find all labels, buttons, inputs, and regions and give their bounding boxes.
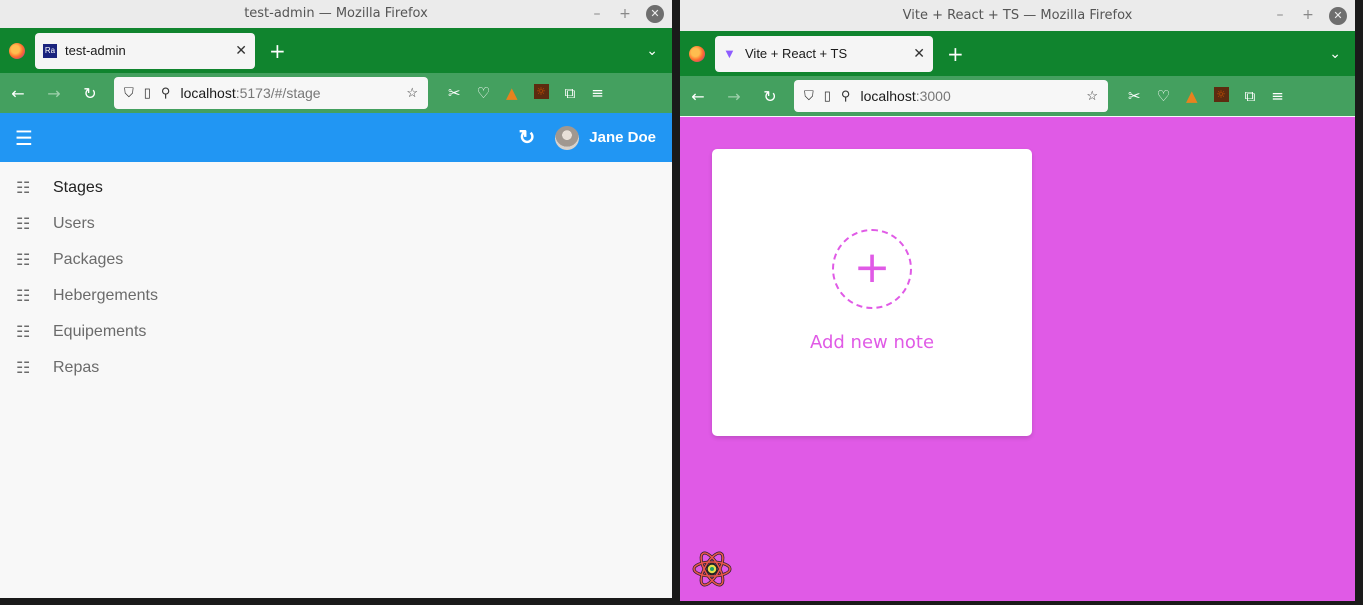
sidebar-menu: ☷ Stages ☷ Users ☷ Packages ☷ Hebergemen… bbox=[0, 162, 672, 386]
right-tab[interactable]: ▼ Vite + React + TS ✕ bbox=[715, 35, 933, 72]
forward-icon[interactable]: → bbox=[36, 84, 72, 103]
left-extensions: ✂ ♡ ▲ ☼ ⧉ ≡ bbox=[448, 84, 604, 102]
right-titlebar: Vite + React + TS — Mozilla Firefox – + … bbox=[680, 0, 1355, 31]
close-icon[interactable]: ✕ bbox=[646, 5, 664, 23]
metamask-icon[interactable]: ▲ bbox=[1186, 87, 1198, 105]
list-icon: ☷ bbox=[16, 216, 31, 233]
left-firefox-window: test-admin — Mozilla Firefox – + ✕ Ra te… bbox=[0, 0, 672, 598]
pocket-icon[interactable]: ♡ bbox=[477, 84, 490, 102]
app-menu-icon[interactable]: ≡ bbox=[591, 84, 604, 102]
list-tabs-chevron-icon[interactable]: ⌄ bbox=[646, 43, 658, 59]
left-tab[interactable]: Ra test-admin ✕ bbox=[35, 32, 255, 69]
right-tabbar: ▼ Vite + React + TS ✕ + ⌄ bbox=[680, 31, 1355, 76]
add-note-label[interactable]: Add new note bbox=[712, 332, 1032, 353]
pocket-icon[interactable]: ♡ bbox=[1157, 87, 1170, 105]
minimize-icon[interactable]: – bbox=[590, 0, 604, 28]
list-icon: ☷ bbox=[16, 324, 31, 341]
app-menu-icon[interactable]: ≡ bbox=[1271, 87, 1284, 105]
metamask-icon[interactable]: ▲ bbox=[506, 84, 518, 102]
bookmark-star-icon[interactable]: ☆ bbox=[1086, 88, 1098, 104]
close-tab-icon[interactable]: ✕ bbox=[913, 45, 925, 62]
close-icon[interactable]: ✕ bbox=[1329, 6, 1347, 25]
reload-icon[interactable]: ↻ bbox=[72, 84, 108, 103]
shield-icon[interactable]: ⛉ bbox=[124, 85, 134, 101]
bookmark-star-icon[interactable]: ☆ bbox=[406, 85, 418, 101]
extension-orange-icon[interactable]: ☼ bbox=[533, 84, 549, 99]
list-icon: ☷ bbox=[16, 252, 31, 269]
right-firefox-window: Vite + React + TS — Mozilla Firefox – + … bbox=[680, 0, 1355, 601]
permissions-icon[interactable]: ⚲ bbox=[161, 85, 171, 101]
page-icon: ▯ bbox=[823, 88, 831, 103]
new-tab-icon[interactable]: + bbox=[269, 39, 286, 63]
list-icon: ☷ bbox=[16, 360, 31, 377]
page-icon: ▯ bbox=[143, 85, 151, 100]
react-admin-favicon-icon: Ra bbox=[43, 43, 57, 58]
sidebar-item-equipements[interactable]: ☷ Equipements bbox=[0, 314, 672, 350]
extensions-puzzle-icon[interactable]: ⧉ bbox=[1245, 87, 1256, 105]
reload-icon[interactable]: ↻ bbox=[752, 87, 788, 106]
refresh-icon[interactable]: ↻ bbox=[519, 125, 536, 150]
firefox-icon bbox=[689, 45, 705, 62]
left-titlebar: test-admin — Mozilla Firefox – + ✕ bbox=[0, 0, 672, 28]
user-name[interactable]: Jane Doe bbox=[589, 129, 656, 146]
sidebar-item-packages[interactable]: ☷ Packages bbox=[0, 242, 672, 278]
list-tabs-chevron-icon[interactable]: ⌄ bbox=[1329, 46, 1341, 62]
react-logo-icon bbox=[692, 551, 732, 587]
sidebar-item-repas[interactable]: ☷ Repas bbox=[0, 350, 672, 386]
close-tab-icon[interactable]: ✕ bbox=[235, 42, 247, 59]
sidebar-item-stages[interactable]: ☷ Stages bbox=[0, 170, 672, 206]
list-icon: ☷ bbox=[16, 288, 31, 305]
back-icon[interactable]: ← bbox=[0, 84, 36, 103]
permissions-icon[interactable]: ⚲ bbox=[841, 88, 851, 104]
left-tab-title: test-admin bbox=[65, 43, 126, 58]
forward-icon[interactable]: → bbox=[716, 87, 752, 106]
vite-favicon-icon: ▼ bbox=[723, 45, 736, 61]
avatar[interactable] bbox=[555, 125, 580, 150]
notes-viewport: + Add new note bbox=[680, 117, 1355, 601]
back-icon[interactable]: ← bbox=[680, 87, 716, 106]
extensions-puzzle-icon[interactable]: ⧉ bbox=[565, 84, 576, 102]
minimize-icon[interactable]: – bbox=[1273, 0, 1287, 31]
right-url-bar[interactable]: ⛉ ▯ ⚲ localhost:3000 ☆ bbox=[794, 80, 1108, 112]
hamburger-menu-icon[interactable]: ☰ bbox=[15, 126, 33, 150]
extension-orange-icon[interactable]: ☼ bbox=[1213, 87, 1229, 102]
sidebar-item-users[interactable]: ☷ Users bbox=[0, 206, 672, 242]
shield-icon[interactable]: ⛉ bbox=[804, 88, 814, 104]
left-navbar: ← → ↻ ⛉ ▯ ⚲ localhost:5173/#/stage ☆ ✂ ♡… bbox=[0, 73, 672, 113]
add-note-card[interactable]: + Add new note bbox=[712, 149, 1032, 436]
right-tab-title: Vite + React + TS bbox=[745, 46, 848, 61]
firefox-icon bbox=[9, 42, 25, 59]
right-navbar: ← → ↻ ⛉ ▯ ⚲ localhost:3000 ☆ ✂ ♡ ▲ ☼ ⧉ ≡ bbox=[680, 76, 1355, 116]
new-tab-icon[interactable]: + bbox=[947, 42, 964, 66]
right-extensions: ✂ ♡ ▲ ☼ ⧉ ≡ bbox=[1128, 87, 1284, 105]
screenshot-icon[interactable]: ✂ bbox=[1128, 87, 1141, 105]
maximize-icon[interactable]: + bbox=[1301, 0, 1315, 31]
screenshot-icon[interactable]: ✂ bbox=[448, 84, 461, 102]
admin-appbar: ☰ ↻ Jane Doe bbox=[0, 113, 672, 162]
left-url-bar[interactable]: ⛉ ▯ ⚲ localhost:5173/#/stage ☆ bbox=[114, 77, 428, 109]
add-plus-icon[interactable]: + bbox=[832, 229, 912, 309]
maximize-icon[interactable]: + bbox=[618, 0, 632, 28]
right-window-title: Vite + React + TS — Mozilla Firefox bbox=[902, 8, 1133, 23]
left-tabbar: Ra test-admin ✕ + ⌄ bbox=[0, 28, 672, 73]
left-window-title: test-admin — Mozilla Firefox bbox=[244, 6, 428, 21]
list-icon: ☷ bbox=[16, 180, 31, 197]
sidebar-item-hebergements[interactable]: ☷ Hebergements bbox=[0, 278, 672, 314]
